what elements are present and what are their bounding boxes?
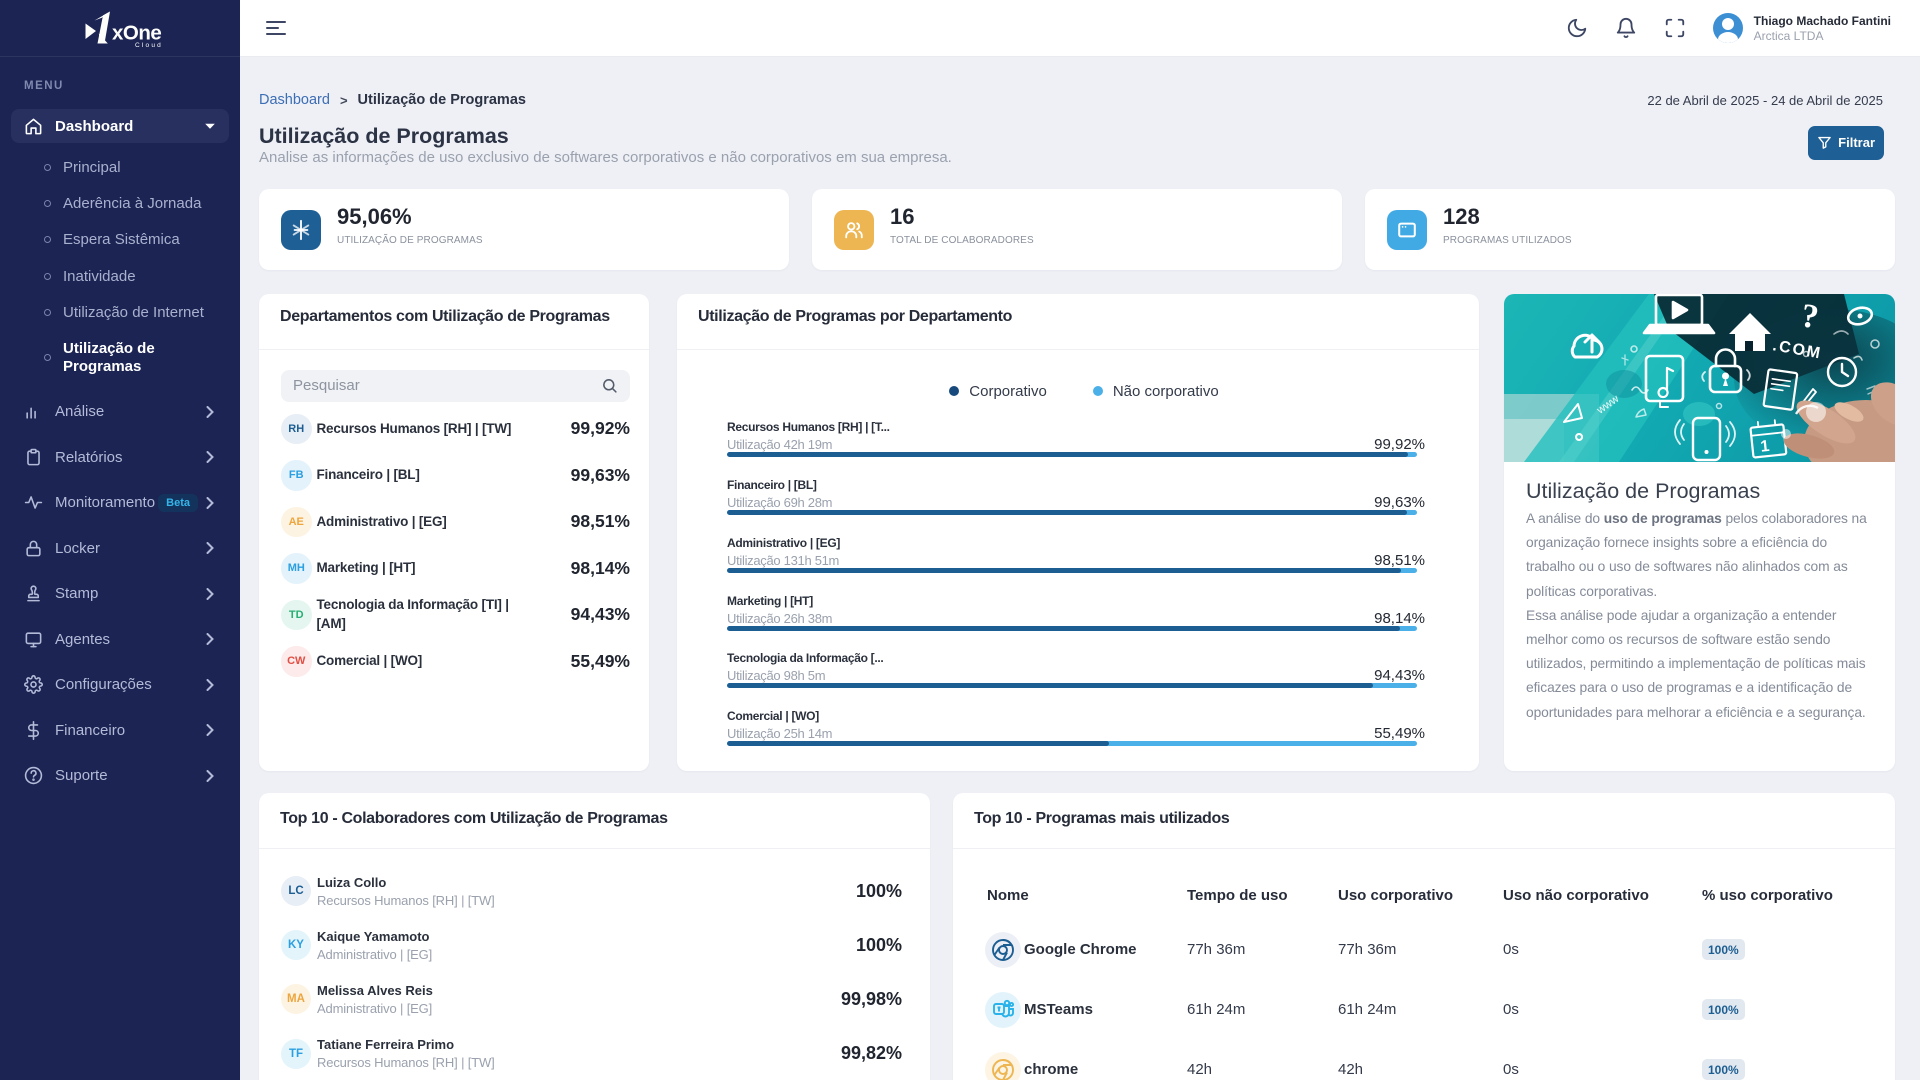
svg-text:Cloud: Cloud xyxy=(135,42,163,48)
svg-text:1: 1 xyxy=(1760,438,1771,456)
